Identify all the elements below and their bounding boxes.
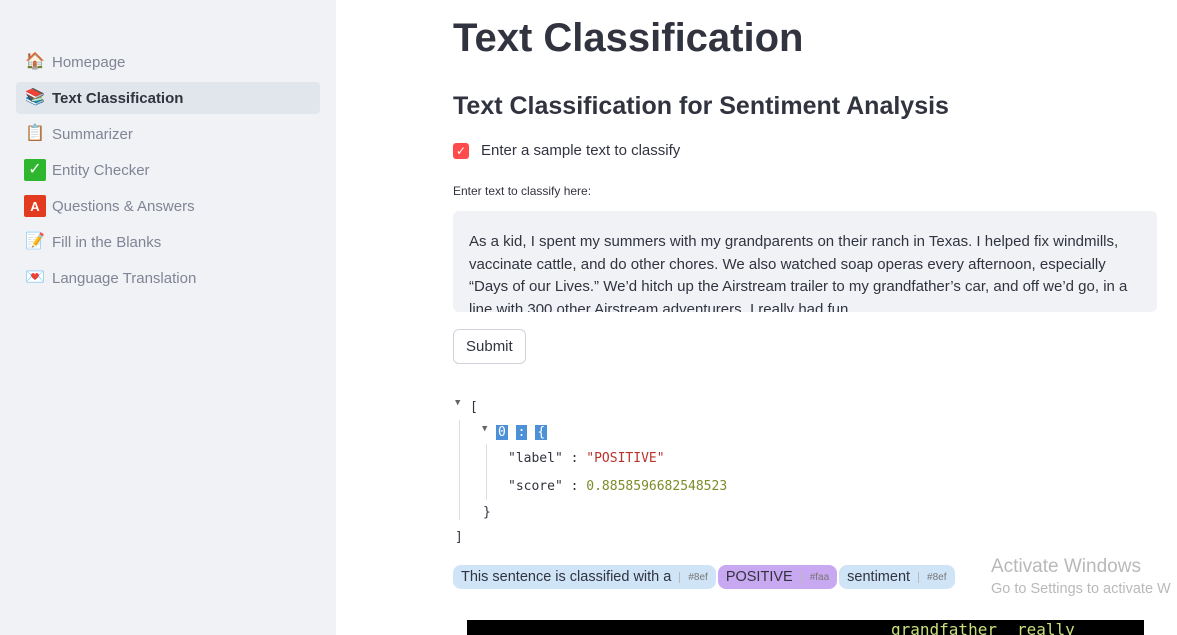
page-subtitle: Text Classification for Sentiment Analys…	[453, 92, 949, 120]
json-colon: :	[515, 425, 528, 440]
sidebar-item-text-classification[interactable]: 📚 Text Classification	[16, 82, 320, 114]
submit-button[interactable]: Submit	[453, 329, 526, 364]
sidebar-item-label: Questions & Answers	[52, 197, 195, 215]
json-indent-guide	[486, 444, 487, 500]
chip-tag: #faa	[800, 571, 829, 583]
json-indent-guide	[459, 420, 460, 520]
sidebar: 🏠 Homepage 📚 Text Classification 📋 Summariz…	[0, 0, 336, 635]
checkbox-checked-icon[interactable]: ✓	[453, 142, 469, 159]
check-mark-icon: ✓	[24, 159, 46, 181]
json-value-score: 0.8858596682548523	[586, 479, 728, 494]
sidebar-item-label: Summarizer	[52, 125, 133, 143]
sidebar-item-label: Text Classification	[52, 89, 184, 107]
json-close-bracket: ]	[455, 530, 463, 545]
json-value-label: "POSITIVE"	[586, 451, 665, 466]
annotated-text: This sentence is classified with a #8ef P…	[453, 565, 955, 589]
letter-a-icon: A	[24, 195, 46, 217]
sidebar-item-homepage[interactable]: 🏠 Homepage	[16, 46, 320, 78]
json-key-label: "label"	[508, 451, 563, 466]
classify-text-input[interactable]: As a kid, I spent my summers with my gra…	[453, 211, 1157, 312]
chip-text: This sentence is classified with a	[461, 569, 672, 585]
annotation-chip: sentiment #8ef	[839, 565, 955, 589]
sidebar-item-fill-blanks[interactable]: 📝 Fill in the Blanks	[16, 226, 320, 258]
activate-windows-hint: Go to Settings to activate W	[991, 581, 1171, 597]
books-icon: 📚	[25, 89, 45, 106]
json-object-close: }	[483, 505, 491, 520]
love-letter-icon: 💌	[25, 269, 45, 286]
sidebar-item-entity-checker[interactable]: ✓ Entity Checker	[16, 154, 320, 186]
word-cloud-image: grandfather really	[467, 620, 1144, 635]
activate-windows-watermark: Activate Windows	[991, 556, 1141, 577]
textarea-label: Enter text to classify here:	[453, 184, 592, 198]
house-icon: 🏠	[25, 53, 45, 70]
memo-icon: 📝	[25, 233, 45, 250]
json-key-score: "score"	[508, 479, 563, 494]
sample-text-checkbox[interactable]: ✓ Enter a sample text to classify	[453, 142, 680, 159]
chip-text: sentiment	[847, 569, 911, 585]
word-cloud-word: grandfather	[891, 620, 997, 635]
sidebar-item-questions-answers[interactable]: A Questions & Answers	[16, 190, 320, 222]
sidebar-item-summarizer[interactable]: 📋 Summarizer	[16, 118, 320, 150]
sidebar-item-label: Entity Checker	[52, 161, 150, 179]
page-title: Text Classification	[453, 16, 804, 60]
json-index[interactable]: 0	[496, 425, 508, 440]
json-open-bracket: [	[470, 400, 478, 415]
collapse-triangle-icon[interactable]: ▼	[482, 424, 487, 434]
sidebar-item-label: Fill in the Blanks	[52, 233, 162, 251]
sidebar-item-label: Homepage	[52, 53, 126, 71]
word-cloud-word: really	[1017, 620, 1075, 635]
chip-tag: #8ef	[679, 571, 708, 583]
annotation-chip: This sentence is classified with a #8ef	[453, 565, 716, 589]
sidebar-item-language-translation[interactable]: 💌 Language Translation	[16, 262, 320, 294]
sidebar-nav: 🏠 Homepage 📚 Text Classification 📋 Summariz…	[16, 46, 320, 298]
clipboard-icon: 📋	[25, 125, 45, 142]
chip-text: POSITIVE	[725, 569, 793, 585]
json-object-open: {	[535, 425, 548, 440]
annotation-chip: POSITIVE #faa	[717, 565, 838, 589]
chip-tag: #8ef	[918, 571, 947, 583]
checkbox-label: Enter a sample text to classify	[481, 142, 681, 159]
sidebar-item-label: Language Translation	[52, 269, 197, 287]
collapse-triangle-icon[interactable]: ▼	[455, 398, 460, 408]
